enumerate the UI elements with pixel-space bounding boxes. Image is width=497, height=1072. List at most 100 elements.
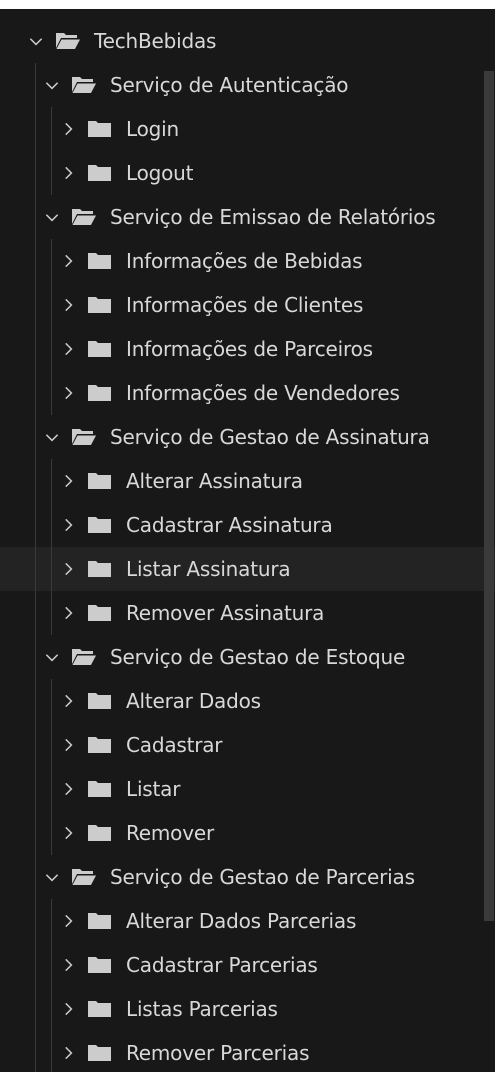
tree-item[interactable]: Listas Parcerias xyxy=(0,987,495,1031)
tree-item[interactable]: Cadastrar xyxy=(0,723,495,767)
chevron-right-icon[interactable] xyxy=(58,163,78,183)
tree-group-4[interactable]: Serviço de Gestao de Parcerias xyxy=(0,855,495,899)
tree-item[interactable]: Informações de Vendedores xyxy=(0,371,495,415)
chevron-right-icon[interactable] xyxy=(58,515,78,535)
chevron-right-icon[interactable] xyxy=(58,911,78,931)
chevron-right-icon[interactable] xyxy=(58,471,78,491)
folder-open-icon xyxy=(54,30,82,52)
folder-open-icon xyxy=(70,426,98,448)
chevron-right-icon[interactable] xyxy=(58,735,78,755)
indent-guide xyxy=(51,283,52,327)
tree-item[interactable]: Informações de Bebidas xyxy=(0,239,495,283)
folder-icon xyxy=(86,778,114,800)
scrollbar-thumb[interactable] xyxy=(484,71,494,921)
folder-icon xyxy=(86,1042,114,1064)
scrollbar[interactable] xyxy=(483,9,495,1072)
folder-open-icon xyxy=(70,646,98,668)
tree-item[interactable]: Alterar Assinatura xyxy=(0,459,495,503)
indent-guide xyxy=(51,899,52,943)
indent-guide xyxy=(51,811,52,855)
folder-label: Informações de Bebidas xyxy=(126,249,363,273)
indent-guide xyxy=(35,855,36,899)
folder-label: Cadastrar Assinatura xyxy=(126,513,333,537)
chevron-right-icon[interactable] xyxy=(58,251,78,271)
tree-item[interactable]: Alterar Dados Parcerias xyxy=(0,899,495,943)
chevron-down-icon[interactable] xyxy=(42,207,62,227)
tree-group-0[interactable]: Serviço de Autenticação xyxy=(0,63,495,107)
group-folder-label: Serviço de Autenticação xyxy=(110,73,349,97)
folder-icon xyxy=(86,910,114,932)
folder-icon xyxy=(86,118,114,140)
tree-item[interactable]: Alterar Dados xyxy=(0,679,495,723)
indent-guide xyxy=(35,239,36,283)
tree-item[interactable]: Login xyxy=(0,107,495,151)
indent-guide xyxy=(51,327,52,371)
tree-group-3[interactable]: Serviço de Gestao de Estoque xyxy=(0,635,495,679)
chevron-down-icon[interactable] xyxy=(42,427,62,447)
chevron-right-icon[interactable] xyxy=(58,999,78,1019)
tree-item[interactable]: Informações de Parceiros xyxy=(0,327,495,371)
folder-label: Remover Assinatura xyxy=(126,601,325,625)
folder-icon xyxy=(86,250,114,272)
indent-guide xyxy=(51,239,52,283)
folder-open-icon xyxy=(70,866,98,888)
folder-icon xyxy=(86,294,114,316)
indent-guide xyxy=(51,151,52,195)
indent-guide xyxy=(35,679,36,723)
folder-icon xyxy=(86,470,114,492)
indent-guide xyxy=(35,151,36,195)
chevron-down-icon[interactable] xyxy=(42,867,62,887)
tree-item[interactable]: Cadastrar Parcerias xyxy=(0,943,495,987)
indent-guide xyxy=(35,1031,36,1072)
chevron-right-icon[interactable] xyxy=(58,603,78,623)
folder-label: Alterar Dados xyxy=(126,689,261,713)
tree-item[interactable]: Logout xyxy=(0,151,495,195)
indent-guide xyxy=(51,723,52,767)
indent-guide xyxy=(35,195,36,239)
folder-label: Alterar Assinatura xyxy=(126,469,303,493)
folder-icon xyxy=(86,998,114,1020)
tree-group-1[interactable]: Serviço de Emissao de Relatórios xyxy=(0,195,495,239)
folder-label: Listar Assinatura xyxy=(126,557,291,581)
chevron-right-icon[interactable] xyxy=(58,823,78,843)
chevron-right-icon[interactable] xyxy=(58,383,78,403)
tree-item[interactable]: Remover Parcerias xyxy=(0,1031,495,1072)
chevron-right-icon[interactable] xyxy=(58,119,78,139)
chevron-right-icon[interactable] xyxy=(58,295,78,315)
indent-guide xyxy=(35,327,36,371)
indent-guide xyxy=(51,591,52,635)
tree-item[interactable]: Remover xyxy=(0,811,495,855)
chevron-right-icon[interactable] xyxy=(58,339,78,359)
tree-item[interactable]: Remover Assinatura xyxy=(0,591,495,635)
folder-open-icon xyxy=(70,74,98,96)
tree-item[interactable]: Listar xyxy=(0,767,495,811)
indent-guide xyxy=(35,415,36,459)
tree-item[interactable]: Informações de Clientes xyxy=(0,283,495,327)
folder-tree: TechBebidas Serviço de Autenticação Login L… xyxy=(0,9,495,1072)
tree-item[interactable]: Cadastrar Assinatura xyxy=(0,503,495,547)
indent-guide xyxy=(35,63,36,107)
chevron-down-icon[interactable] xyxy=(26,31,46,51)
chevron-down-icon[interactable] xyxy=(42,75,62,95)
chevron-right-icon[interactable] xyxy=(58,559,78,579)
tree-group-2[interactable]: Serviço de Gestao de Assinatura xyxy=(0,415,495,459)
folder-icon xyxy=(86,690,114,712)
chevron-right-icon[interactable] xyxy=(58,691,78,711)
indent-guide xyxy=(35,767,36,811)
indent-guide xyxy=(35,811,36,855)
indent-guide xyxy=(51,767,52,811)
folder-icon xyxy=(86,734,114,756)
group-folder-label: Serviço de Gestao de Estoque xyxy=(110,645,406,669)
chevron-down-icon[interactable] xyxy=(42,647,62,667)
root-folder-label: TechBebidas xyxy=(94,29,217,53)
indent-guide xyxy=(51,503,52,547)
folder-open-icon xyxy=(70,206,98,228)
chevron-right-icon[interactable] xyxy=(58,1043,78,1063)
indent-guide xyxy=(35,107,36,151)
indent-guide xyxy=(35,503,36,547)
folder-icon xyxy=(86,162,114,184)
tree-item[interactable]: Listar Assinatura xyxy=(0,547,495,591)
chevron-right-icon[interactable] xyxy=(58,955,78,975)
tree-root[interactable]: TechBebidas xyxy=(0,19,495,63)
chevron-right-icon[interactable] xyxy=(58,779,78,799)
